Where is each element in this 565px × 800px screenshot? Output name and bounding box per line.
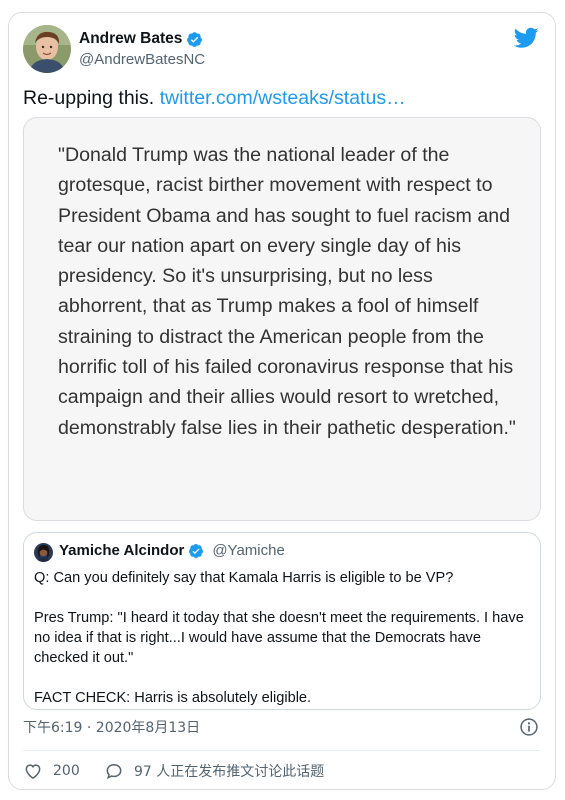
tweet-body: Re-upping this.	[23, 87, 160, 109]
tweet-text: Re-upping this. twitter.com/wsteaks/stat…	[23, 86, 406, 110]
tweet-card: Andrew Bates @AndrewBatesNC Re-upping th…	[8, 12, 556, 790]
author-name[interactable]: Andrew Bates	[79, 30, 182, 48]
tweet-link[interactable]: twitter.com/wsteaks/status…	[160, 87, 406, 109]
author-name-row[interactable]: Andrew Bates	[79, 30, 203, 48]
quoted-tweet-text: Q: Can you definitely say that Kamala Ha…	[34, 568, 534, 708]
reply-discussion-text[interactable]: 97 人正在发布推文讨论此话题	[134, 761, 324, 781]
quoted-header[interactable]: Yamiche Alcindor @Yamiche	[59, 542, 285, 559]
avatar[interactable]	[23, 25, 71, 73]
reply-bubble-icon[interactable]	[104, 761, 124, 781]
heart-icon[interactable]	[23, 761, 43, 781]
verified-badge-icon	[187, 31, 203, 47]
reply-action[interactable]: 97 人正在发布推文讨论此话题	[104, 761, 324, 781]
divider	[23, 750, 541, 751]
like-action[interactable]: 200	[23, 761, 80, 781]
quoted-author-handle[interactable]: @Yamiche	[212, 542, 284, 559]
quoted-avatar[interactable]	[34, 543, 53, 562]
quoted-line: Q: Can you definitely say that Kamala Ha…	[34, 570, 454, 586]
media-quote-text: "Donald Trump was the national leader of…	[58, 144, 516, 439]
media-image[interactable]: "Donald Trump was the national leader of…	[23, 117, 541, 521]
quoted-line: FACT CHECK: Harris is absolutely eligibl…	[34, 690, 312, 706]
info-icon[interactable]	[519, 717, 539, 737]
timestamp[interactable]: 下午6:19 · 2020年8月13日	[23, 717, 200, 737]
author-handle[interactable]: @AndrewBatesNC	[79, 51, 205, 68]
quoted-author-name[interactable]: Yamiche Alcindor	[59, 542, 184, 559]
quoted-tweet[interactable]: Yamiche Alcindor @Yamiche Q: Can you def…	[23, 532, 541, 710]
twitter-bird-icon[interactable]	[514, 27, 539, 49]
quoted-line: Pres Trump: "I heard it today that she d…	[34, 610, 524, 666]
verified-badge-icon	[189, 543, 204, 558]
like-count: 200	[53, 763, 80, 779]
